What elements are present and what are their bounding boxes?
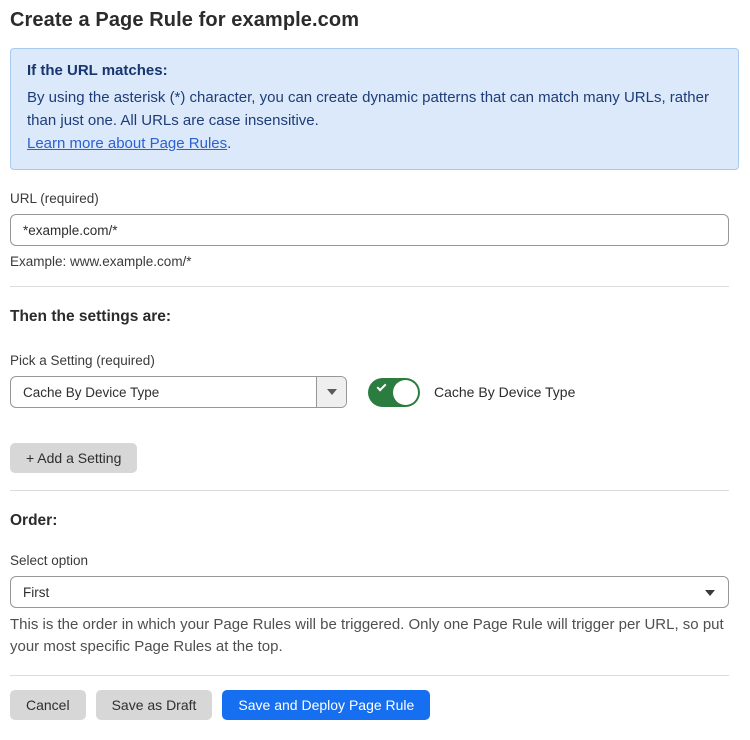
setting-select[interactable]: Cache By Device Type [10,376,347,408]
page-title: Create a Page Rule for example.com [10,9,739,32]
url-input[interactable] [10,214,729,246]
link-suffix: . [227,135,231,152]
divider [10,675,729,676]
toggle-knob [393,380,418,405]
cancel-button[interactable]: Cancel [10,690,86,720]
divider [10,286,729,287]
chevron-down-icon [705,590,715,596]
setting-picker-row: Cache By Device Type Cache By Device Typ… [10,376,739,408]
toggle-label: Cache By Device Type [434,384,575,400]
learn-more-link[interactable]: Learn more about Page Rules [27,135,227,152]
info-link-row: Learn more about Page Rules. [27,132,722,155]
chevron-down-icon [327,389,337,395]
url-example-hint: Example: www.example.com/* [10,254,739,269]
order-select[interactable]: First [10,576,729,608]
save-and-deploy-button[interactable]: Save and Deploy Page Rule [222,690,430,720]
setting-select-value: Cache By Device Type [11,377,316,407]
setting-picker-label: Pick a Setting (required) [10,353,739,368]
cache-by-device-type-toggle[interactable] [368,378,420,407]
order-select-label: Select option [10,553,739,568]
divider [10,490,729,491]
check-icon [377,381,387,391]
order-help-text: This is the order in which your Page Rul… [10,614,729,658]
add-setting-button[interactable]: + Add a Setting [10,443,137,473]
info-body-text: By using the asterisk (*) character, you… [27,86,722,132]
url-field-label: URL (required) [10,191,739,206]
order-section-heading: Order: [10,512,739,530]
order-select-value: First [11,577,728,607]
setting-select-arrow-button[interactable] [316,377,346,407]
page-rule-form: Create a Page Rule for example.com If th… [0,0,750,740]
url-match-info-callout: If the URL matches: By using the asteris… [10,48,739,170]
info-heading: If the URL matches: [27,62,722,79]
setting-toggle-wrap: Cache By Device Type [368,378,575,407]
form-actions: Cancel Save as Draft Save and Deploy Pag… [10,690,739,720]
settings-section-heading: Then the settings are: [10,308,739,326]
save-as-draft-button[interactable]: Save as Draft [96,690,213,720]
